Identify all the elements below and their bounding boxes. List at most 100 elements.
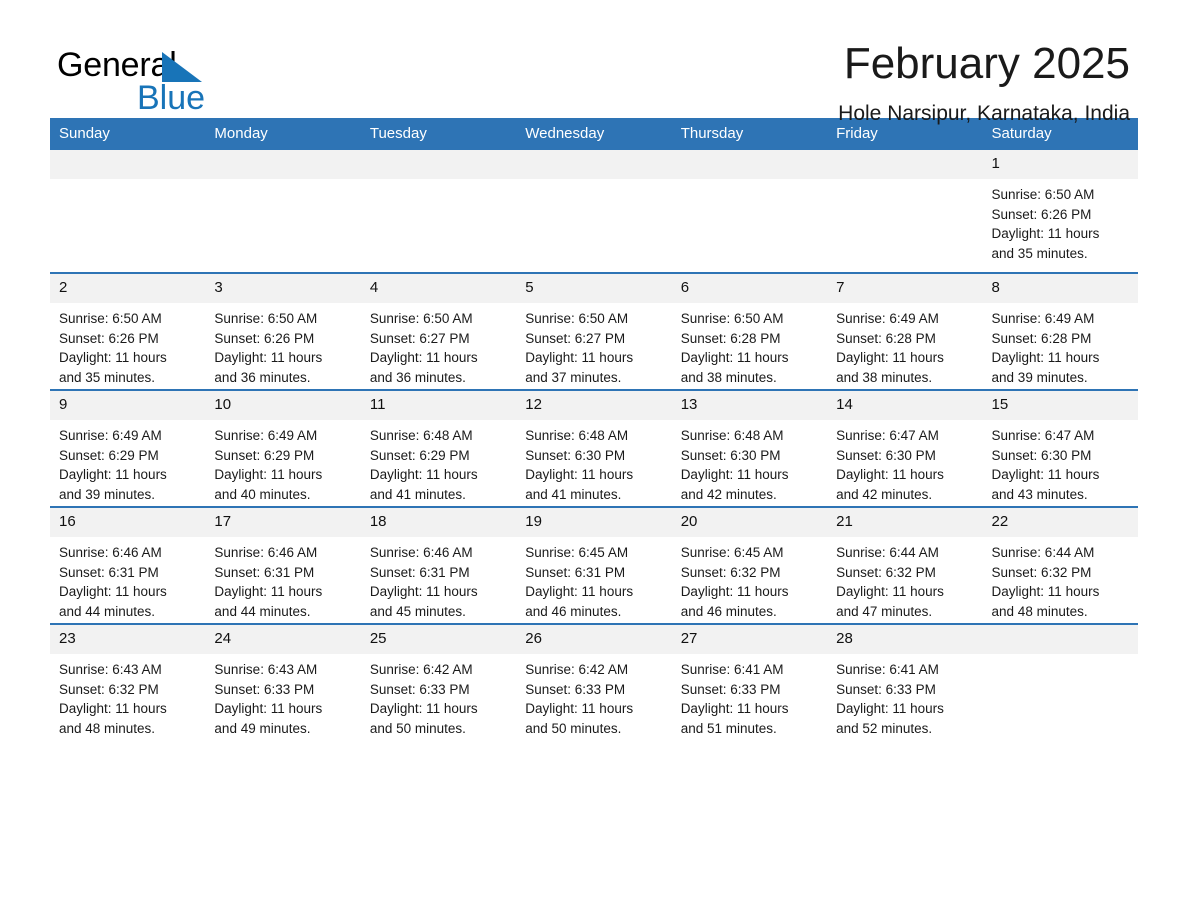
day-sunrise-line: Sunrise: 6:50 AM (525, 311, 629, 326)
day-number: 12 (516, 391, 672, 420)
day-daylight-line: and 44 minutes. (59, 603, 156, 619)
calendar-day-cell[interactable]: 23 Sunrise: 6:43 AM Sunset: 6:32 PM Dayligh… (50, 623, 206, 740)
calendar-day-cell[interactable]: 7 Sunrise: 6:49 AM Sunset: 6:28 PM Daylight… (827, 272, 983, 390)
day-details: Sunrise: 6:44 AM Sunset: 6:32 PM Daylight:… (983, 537, 1138, 621)
calendar-day-cell[interactable]: 10 Sunrise: 6:49 AM Sunset: 6:29 PM Dayligh… (205, 389, 361, 507)
calendar-day-cell[interactable]: 3 Sunrise: 6:50 AM Sunset: 6:26 PM Daylight… (205, 272, 361, 390)
calendar-day-cell[interactable]: 12 Sunrise: 6:48 AM Sunset: 6:30 PM Dayligh… (516, 389, 672, 507)
day-daylight-line: and 45 minutes. (369, 603, 466, 619)
day-details: Sunrise: 6:49 AM Sunset: 6:29 PM Daylight:… (205, 420, 360, 504)
day-sunrise-line: Sunrise: 6:48 AM (525, 428, 629, 443)
day-daylight-line: Daylight: 11 hours (369, 350, 478, 366)
day-number (982, 625, 1138, 654)
calendar-day-cell[interactable]: 5 Sunrise: 6:50 AM Sunset: 6:27 PM Daylight… (516, 272, 672, 390)
calendar-day-cell[interactable]: 20 Sunrise: 6:45 AM Sunset: 6:32 PM Dayligh… (671, 506, 828, 624)
calendar-cell-empty (205, 150, 361, 273)
day-number: 7 (827, 274, 983, 303)
day-sunrise-line: Sunrise: 6:46 AM (214, 545, 318, 560)
day-daylight-line: Daylight: 11 hours (525, 350, 634, 366)
day-sunrise-line: Sunrise: 6:50 AM (369, 311, 473, 326)
day-daylight-line: Daylight: 11 hours (214, 350, 323, 366)
day-number: 5 (516, 274, 672, 303)
calendar-day-cell[interactable]: 21 Sunrise: 6:44 AM Sunset: 6:32 PM Dayligh… (827, 506, 983, 624)
calendar-cell-empty (50, 150, 206, 273)
generalblue-logo: General Blue (57, 48, 357, 118)
calendar-day-cell[interactable]: 17 Sunrise: 6:46 AM Sunset: 6:31 PM Dayligh… (205, 506, 361, 624)
calendar-day-cell[interactable]: 15 Sunrise: 6:47 AM Sunset: 6:30 PM Dayligh… (982, 389, 1138, 507)
calendar-day-cell[interactable]: 14 Sunrise: 6:47 AM Sunset: 6:30 PM Dayligh… (827, 389, 983, 507)
day-sunset-line: Sunset: 6:27 PM (525, 330, 626, 346)
calendar-day-cell[interactable]: 8 Sunrise: 6:49 AM Sunset: 6:28 PM Daylight… (982, 272, 1138, 390)
day-number (360, 150, 517, 179)
calendar-day-cell[interactable]: 24 Sunrise: 6:43 AM Sunset: 6:33 PM Dayligh… (205, 623, 361, 740)
day-sunset-line: Sunset: 6:30 PM (680, 447, 781, 463)
day-details: Sunrise: 6:48 AM Sunset: 6:30 PM Daylight:… (672, 420, 827, 504)
logo-triangle-icon (162, 52, 202, 82)
calendar-week-row: 9 Sunrise: 6:49 AM Sunset: 6:29 PM Daylight… (50, 389, 1138, 507)
day-sunset-line: Sunset: 6:26 PM (214, 330, 315, 346)
day-number: 11 (360, 391, 517, 420)
day-details: Sunrise: 6:50 AM Sunset: 6:26 PM Daylight:… (50, 303, 205, 387)
day-sunrise-line: Sunrise: 6:50 AM (214, 311, 318, 326)
day-number: 6 (671, 274, 828, 303)
day-number: 15 (982, 391, 1138, 420)
calendar-day-cell[interactable]: 1 Sunrise: 6:50 AM Sunset: 6:26 PM Daylight… (982, 150, 1138, 273)
day-sunrise-line: Sunrise: 6:44 AM (991, 545, 1095, 560)
day-details: Sunrise: 6:46 AM Sunset: 6:31 PM Daylight:… (205, 537, 360, 621)
day-daylight-line: Daylight: 11 hours (836, 467, 944, 483)
calendar-day-cell[interactable]: 19 Sunrise: 6:45 AM Sunset: 6:31 PM Dayligh… (516, 506, 672, 624)
day-sunset-line: Sunset: 6:33 PM (214, 681, 315, 697)
day-sunrise-line: Sunrise: 6:41 AM (680, 662, 784, 677)
calendar-day-cell[interactable]: 18 Sunrise: 6:46 AM Sunset: 6:31 PM Dayligh… (360, 506, 517, 624)
calendar-day-cell[interactable]: 22 Sunrise: 6:44 AM Sunset: 6:32 PM Dayligh… (982, 506, 1138, 624)
calendar-week-row: 2 Sunrise: 6:50 AM Sunset: 6:26 PM Daylight… (50, 272, 1138, 390)
weekday-header-sunday: Sunday (50, 118, 206, 150)
day-daylight-line: Daylight: 11 hours (369, 467, 478, 483)
day-sunrise-line: Sunrise: 6:45 AM (680, 545, 784, 560)
day-daylight-line: Daylight: 11 hours (214, 584, 323, 600)
calendar-day-cell[interactable]: 28 Sunrise: 6:41 AM Sunset: 6:33 PM Dayligh… (827, 623, 983, 740)
day-details: Sunrise: 6:50 AM Sunset: 6:28 PM Daylight:… (672, 303, 827, 387)
day-daylight-line: Daylight: 11 hours (991, 350, 1100, 366)
day-daylight-line: Daylight: 11 hours (836, 350, 944, 366)
calendar-day-cell[interactable]: 4 Sunrise: 6:50 AM Sunset: 6:27 PM Daylight… (360, 272, 517, 390)
day-sunrise-line: Sunrise: 6:44 AM (836, 545, 939, 560)
calendar-day-cell[interactable]: 25 Sunrise: 6:42 AM Sunset: 6:33 PM Dayligh… (360, 623, 517, 740)
day-daylight-line: and 41 minutes. (369, 486, 466, 502)
day-details: Sunrise: 6:50 AM Sunset: 6:26 PM Daylight:… (205, 303, 360, 387)
weekday-header-tuesday: Tuesday (360, 118, 517, 150)
calendar-day-cell[interactable]: 9 Sunrise: 6:49 AM Sunset: 6:29 PM Daylight… (50, 389, 206, 507)
day-sunset-line: Sunset: 6:30 PM (836, 447, 936, 463)
calendar-day-cell[interactable]: 6 Sunrise: 6:50 AM Sunset: 6:28 PM Daylight… (671, 272, 828, 390)
day-sunrise-line: Sunrise: 6:47 AM (991, 428, 1095, 443)
day-details: Sunrise: 6:48 AM Sunset: 6:30 PM Daylight:… (516, 420, 671, 504)
day-details: Sunrise: 6:41 AM Sunset: 6:33 PM Daylight:… (827, 654, 982, 738)
calendar-cell-empty (982, 623, 1138, 740)
day-daylight-line: Daylight: 11 hours (680, 584, 789, 600)
calendar-day-cell[interactable]: 16 Sunrise: 6:46 AM Sunset: 6:31 PM Dayligh… (50, 506, 206, 624)
day-daylight-line: and 51 minutes. (680, 720, 777, 736)
day-number: 8 (982, 274, 1138, 303)
calendar-page: General Blue February 2025 Hole Narsipur… (0, 0, 1188, 918)
day-sunrise-line: Sunrise: 6:49 AM (214, 428, 318, 443)
day-sunrise-line: Sunrise: 6:42 AM (369, 662, 473, 677)
day-sunrise-line: Sunrise: 6:49 AM (991, 311, 1095, 326)
day-number: 19 (516, 508, 672, 537)
day-number: 21 (827, 508, 983, 537)
day-daylight-line: Daylight: 11 hours (525, 584, 634, 600)
day-details: Sunrise: 6:50 AM Sunset: 6:27 PM Daylight:… (361, 303, 516, 387)
day-sunset-line: Sunset: 6:31 PM (525, 564, 626, 580)
weekday-header-wednesday: Wednesday (516, 118, 672, 150)
day-daylight-line: and 38 minutes. (680, 369, 777, 385)
calendar-cell-empty (516, 150, 672, 273)
calendar-day-cell[interactable]: 2 Sunrise: 6:50 AM Sunset: 6:26 PM Daylight… (50, 272, 206, 390)
calendar-day-cell[interactable]: 27 Sunrise: 6:41 AM Sunset: 6:33 PM Dayligh… (671, 623, 828, 740)
calendar-day-cell[interactable]: 13 Sunrise: 6:48 AM Sunset: 6:30 PM Dayligh… (671, 389, 828, 507)
day-number: 27 (671, 625, 828, 654)
calendar-day-cell[interactable]: 11 Sunrise: 6:48 AM Sunset: 6:29 PM Dayligh… (360, 389, 517, 507)
calendar-day-cell[interactable]: 26 Sunrise: 6:42 AM Sunset: 6:33 PM Dayligh… (516, 623, 672, 740)
day-number (205, 150, 361, 179)
day-sunset-line: Sunset: 6:32 PM (680, 564, 781, 580)
day-number: 2 (50, 274, 206, 303)
calendar-week-row: 16 Sunrise: 6:46 AM Sunset: 6:31 PM Dayligh… (50, 506, 1138, 624)
